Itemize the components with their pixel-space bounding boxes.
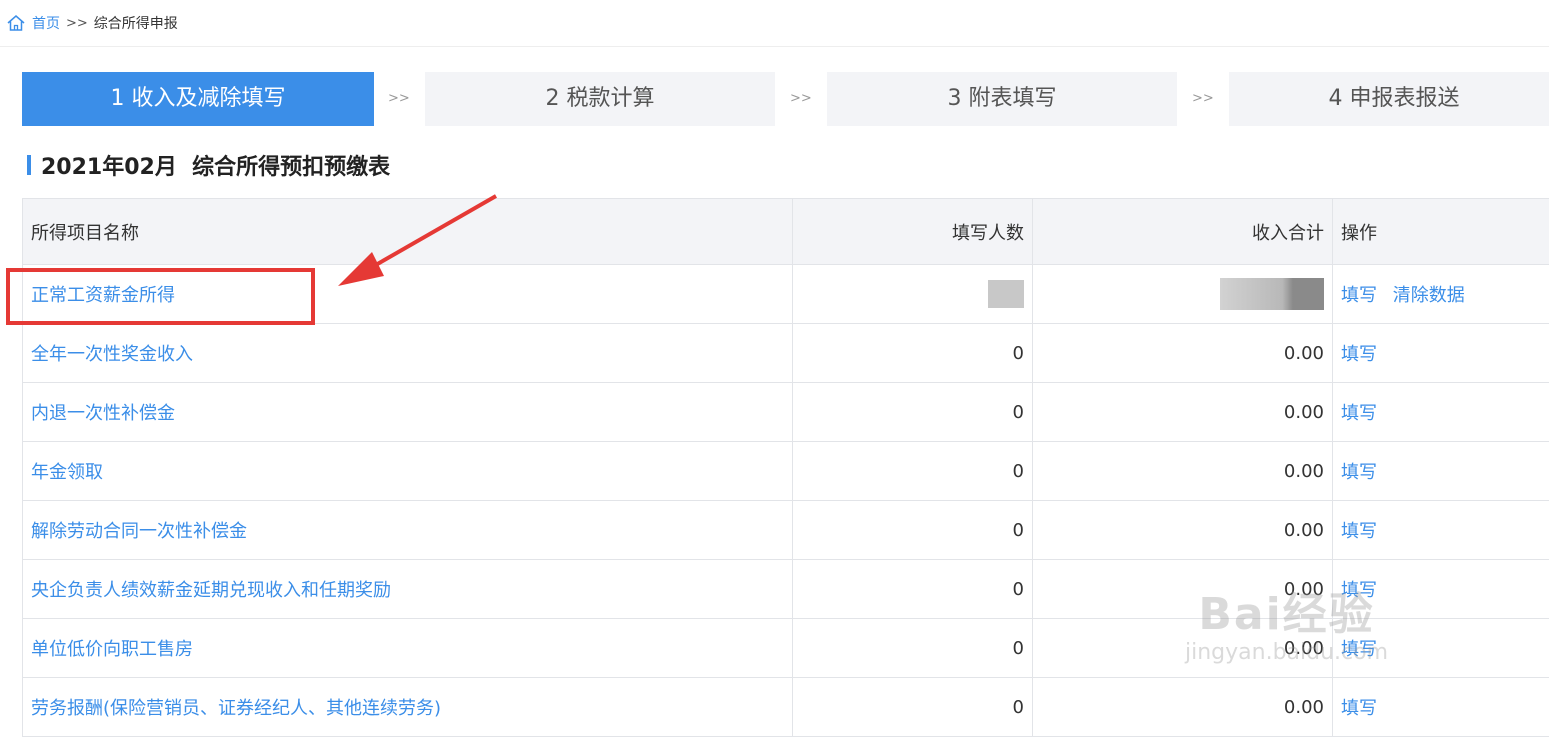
amount-cell: 0.00 [1032,500,1333,560]
header-amount: 收入合计 [1032,198,1333,265]
amount-cell: 0.00 [1032,323,1333,383]
step-submit[interactable]: 4 申报表报送 [1229,72,1549,126]
count-cell: 0 [792,677,1033,737]
redacted-count [988,280,1024,308]
table-row: 年金领取 0 0.00 填写 [22,441,1549,501]
income-item-link[interactable]: 单位低价向职工售房 [31,639,193,660]
income-item-link[interactable]: 央企负责人绩效薪金延期兑现收入和任期奖励 [31,580,391,601]
table-row: 正常工资薪金所得 填写 清除数据 [22,264,1549,324]
fill-link[interactable]: 填写 [1341,462,1377,483]
count-cell: 0 [792,500,1033,560]
amount-cell: 0.00 [1032,618,1333,678]
step-tax-calculation[interactable]: 2 税款计算 [425,72,775,126]
step-arrow: >> [1192,91,1214,106]
table-row: 单位低价向职工售房 0 0.00 填写 [22,618,1549,678]
amount-cell: 0.00 [1032,382,1333,442]
table-row: 解除劳动合同一次性补偿金 0 0.00 填写 [22,500,1549,560]
fill-link[interactable]: 填写 [1341,698,1377,719]
count-cell: 0 [792,441,1033,501]
count-cell: 0 [792,618,1033,678]
clear-data-link[interactable]: 清除数据 [1393,285,1465,306]
step-attachment[interactable]: 3 附表填写 [827,72,1177,126]
income-item-link[interactable]: 解除劳动合同一次性补偿金 [31,521,247,542]
title-accent-bar [27,155,31,175]
breadcrumb-separator: >> [66,15,88,31]
section-title: 2021年02月 综合所得预扣预缴表 [27,150,390,180]
section-title-text: 2021年02月 综合所得预扣预缴表 [41,155,391,180]
breadcrumb-home-link[interactable]: 首页 [32,13,60,33]
income-table: 所得项目名称 填写人数 收入合计 操作 正常工资薪金所得 填写 清除数据 全年一… [22,198,1549,737]
header-count: 填写人数 [792,198,1033,265]
fill-link[interactable]: 填写 [1341,580,1377,601]
header-name: 所得项目名称 [22,198,793,265]
table-row: 央企负责人绩效薪金延期兑现收入和任期奖励 0 0.00 填写 [22,559,1549,619]
breadcrumb: 首页 >> 综合所得申报 [0,0,1549,47]
fill-link[interactable]: 填写 [1341,521,1377,542]
fill-link[interactable]: 填写 [1341,285,1377,306]
income-item-link[interactable]: 正常工资薪金所得 [31,285,175,306]
home-icon[interactable] [6,13,26,33]
fill-link[interactable]: 填写 [1341,403,1377,424]
step-arrow: >> [388,91,410,106]
amount-cell: 0.00 [1032,559,1333,619]
amount-cell: 0.00 [1032,677,1333,737]
table-row: 劳务报酬(保险营销员、证券经纪人、其他连续劳务) 0 0.00 填写 [22,677,1549,737]
income-item-link[interactable]: 内退一次性补偿金 [31,403,175,424]
table-row: 内退一次性补偿金 0 0.00 填写 [22,382,1549,442]
step-income-deduction[interactable]: 1 收入及减除填写 [22,72,374,126]
income-item-link[interactable]: 全年一次性奖金收入 [31,344,193,365]
header-action: 操作 [1332,198,1549,265]
breadcrumb-current: 综合所得申报 [93,16,178,32]
amount-cell: 0.00 [1032,441,1333,501]
table-row: 全年一次性奖金收入 0 0.00 填写 [22,323,1549,383]
fill-link[interactable]: 填写 [1341,344,1377,365]
count-cell: 0 [792,559,1033,619]
income-item-link[interactable]: 劳务报酬(保险营销员、证券经纪人、其他连续劳务) [31,698,441,719]
income-item-link[interactable]: 年金领取 [31,462,103,483]
count-cell: 0 [792,382,1033,442]
table-header-row: 所得项目名称 填写人数 收入合计 操作 [22,198,1549,265]
step-arrow: >> [790,91,812,106]
redacted-amount [1220,278,1324,310]
fill-link[interactable]: 填写 [1341,639,1377,660]
count-cell: 0 [792,323,1033,383]
